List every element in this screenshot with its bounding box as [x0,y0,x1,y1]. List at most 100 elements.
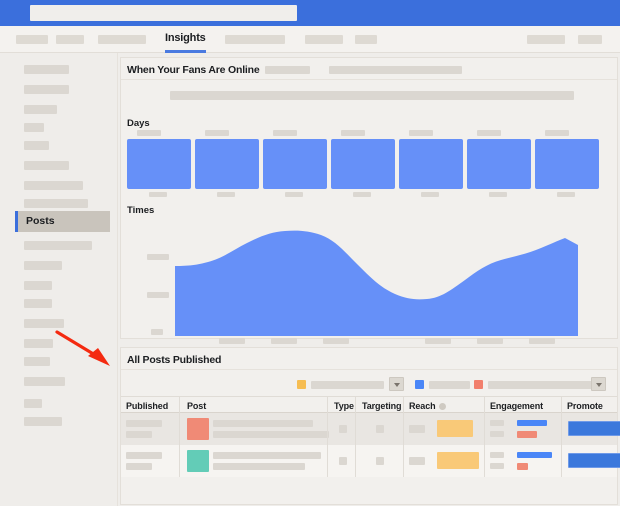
column-header-engagement[interactable]: Engagement [490,401,543,411]
column-divider [327,397,328,414]
tab-placeholder[interactable] [578,35,602,44]
sidebar-item-placeholder[interactable] [24,199,88,208]
post-thumbnail-coral[interactable] [187,418,209,440]
engagement-value-placeholder [490,452,504,458]
day-label-bottom [557,192,575,197]
post-thumbnail-teal[interactable] [187,450,209,472]
filter-label-placeholder[interactable] [429,381,470,389]
filter-swatch-red [474,380,483,389]
column-header-targeting[interactable]: Targeting [362,401,401,411]
column-header-post[interactable]: Post [187,401,206,411]
filter-label-placeholder[interactable] [311,381,384,389]
times-section-label: Times [127,205,154,216]
promote-button[interactable] [568,453,620,468]
day-label-top [545,130,569,136]
column-divider [484,413,485,445]
y-axis-tick [147,254,169,260]
sidebar-item-placeholder[interactable] [24,65,69,74]
posts-table-header-row: Published Post Type Targeting Reach Enga… [121,396,617,413]
day-label-bottom [489,192,507,197]
tab-placeholder[interactable] [56,35,84,44]
filter-swatch-orange [297,380,306,389]
tab-placeholder[interactable] [527,35,565,44]
header-placeholder[interactable] [329,66,462,74]
day-bar[interactable] [399,139,463,189]
column-header-promote[interactable]: Promote [567,401,603,411]
y-axis-tick [151,329,163,335]
column-divider [179,445,180,477]
search-input[interactable] [30,5,297,21]
sidebar-item-placeholder[interactable] [24,181,83,190]
header-placeholder[interactable] [265,66,310,74]
day-bar[interactable] [263,139,327,189]
sidebar-item-placeholder[interactable] [24,85,69,94]
times-area-chart[interactable] [175,218,578,336]
fans-card-header: When Your Fans Are Online [121,58,617,80]
tab-placeholder[interactable] [225,35,285,44]
post-text-placeholder [213,463,305,470]
column-divider [179,413,180,445]
sidebar-item-posts-label: Posts [26,215,55,227]
reach-info-icon[interactable] [439,403,446,410]
sidebar-item-placeholder[interactable] [24,261,62,270]
sidebar-item-placeholder[interactable] [24,105,57,114]
main-content: When Your Fans Are Online Days [118,53,620,506]
x-axis-tick [219,338,245,344]
filter-dropdown-caret-2[interactable] [591,377,606,391]
day-label-bottom [421,192,439,197]
column-divider [327,445,328,477]
sidebar-item-placeholder[interactable] [24,299,52,308]
sidebar-item-placeholder[interactable] [24,339,53,348]
published-date-placeholder [126,420,162,427]
tab-placeholder[interactable] [355,35,377,44]
sidebar-item-placeholder[interactable] [24,161,69,170]
date-range-placeholder[interactable] [170,91,574,100]
column-header-reach[interactable]: Reach [409,401,436,411]
sidebar-item-placeholder[interactable] [24,319,64,328]
day-label-bottom [149,192,167,197]
sidebar-item-placeholder[interactable] [24,417,62,426]
page-tabs-bar: Insights [0,26,620,53]
filter-swatch-blue [415,380,424,389]
column-divider [484,397,485,414]
sidebar-item-placeholder[interactable] [24,399,42,408]
posts-card-title: All Posts Published [127,354,221,366]
column-header-type[interactable]: Type [334,401,354,411]
day-bar[interactable] [467,139,531,189]
sidebar-item-placeholder[interactable] [24,241,92,250]
promote-button[interactable] [568,421,620,436]
day-label-top [205,130,229,136]
table-row[interactable] [121,413,617,445]
sidebar-item-placeholder[interactable] [24,377,65,386]
table-row[interactable] [121,445,617,477]
day-label-top [477,130,501,136]
post-title-placeholder [213,452,321,459]
sidebar-item-placeholder[interactable] [24,123,44,132]
filter-dropdown-caret-1[interactable] [389,377,404,391]
column-header-published[interactable]: Published [126,401,168,411]
x-axis-tick [477,338,503,344]
tab-placeholder[interactable] [98,35,146,44]
tab-placeholder[interactable] [16,35,48,44]
engagement-bar-blue [517,452,552,458]
sidebar-item-placeholder[interactable] [24,357,50,366]
y-axis-tick [147,292,169,298]
filter-label-placeholder[interactable] [488,381,599,389]
published-date-placeholder [126,452,162,459]
day-bar[interactable] [127,139,191,189]
sidebar-item-placeholder[interactable] [24,281,52,290]
day-bar[interactable] [535,139,599,189]
engagement-value-placeholder [490,431,504,437]
engagement-bar-red [517,431,537,438]
day-bar[interactable] [195,139,259,189]
x-axis-tick [271,338,297,344]
tab-placeholder[interactable] [305,35,343,44]
all-posts-published-card: All Posts Published Published Post [120,347,618,505]
column-divider [327,413,328,445]
sidebar-item-posts[interactable]: Posts [15,211,110,232]
day-bar[interactable] [331,139,395,189]
sidebar-item-placeholder[interactable] [24,141,49,150]
engagement-value-placeholder [490,420,504,426]
reach-value-placeholder [409,425,425,433]
engagement-bar-blue [517,420,547,426]
